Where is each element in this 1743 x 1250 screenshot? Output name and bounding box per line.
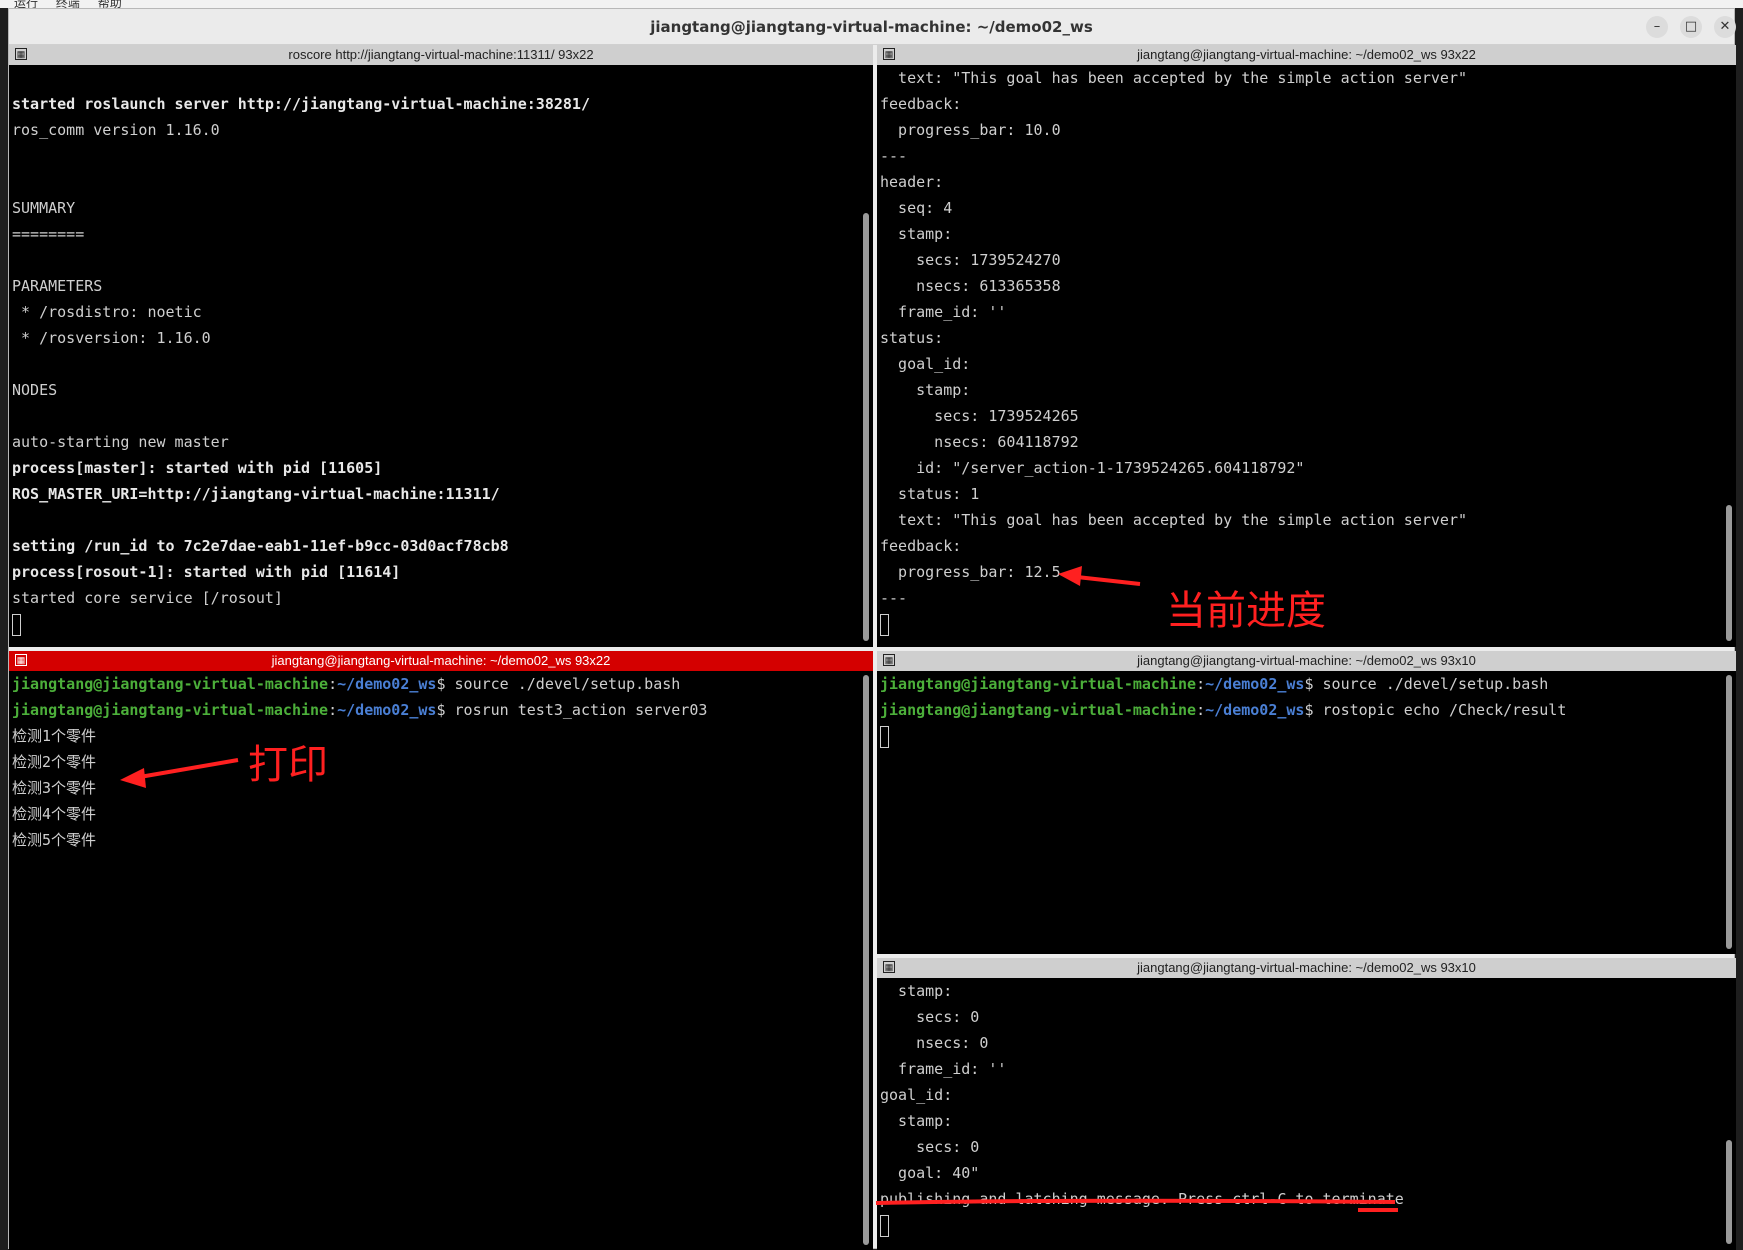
annotation-overlay [120,566,1398,1212]
annotation-print-label: 打印 [248,742,328,788]
annotation-progress-label: 当前进度 [1166,588,1326,634]
arrow-print-head [120,768,146,788]
arrow-progress-head [1058,566,1082,586]
arrow-print-line [133,758,239,780]
underline-publishing [875,1198,1396,1205]
